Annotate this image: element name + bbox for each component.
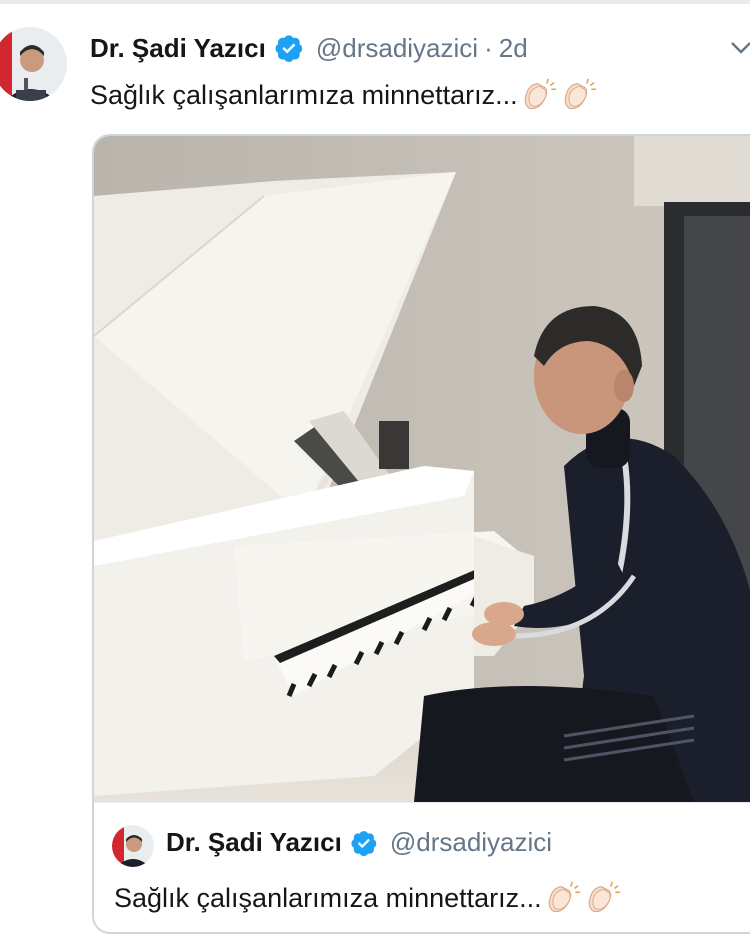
verified-badge-icon bbox=[351, 830, 377, 856]
chevron-down-icon[interactable] bbox=[730, 40, 750, 56]
quoted-tweet-text: Sağlık çalışanlarımıza minnettarız... bbox=[114, 879, 622, 917]
video-frame-image bbox=[94, 136, 750, 802]
quoted-handle[interactable]: @drsadiyazici bbox=[390, 827, 552, 858]
timeline-divider bbox=[0, 0, 750, 4]
video-thumbnail[interactable] bbox=[94, 136, 750, 802]
avatar[interactable] bbox=[0, 26, 68, 108]
clapping-hands-icon bbox=[588, 881, 620, 913]
quoted-tweet-footer: Dr. Şadi Yazıcı @drsadiyazici Sağlık çal… bbox=[94, 802, 750, 932]
avatar-image bbox=[0, 27, 67, 101]
quoted-display-name[interactable]: Dr. Şadi Yazıcı bbox=[166, 827, 342, 858]
clapping-hands-icon bbox=[564, 78, 596, 110]
clapping-hands-icon bbox=[548, 881, 580, 913]
tweet-header: Dr. Şadi Yazıcı @drsadiyazici · 2d bbox=[90, 30, 528, 66]
tweet-text: Sağlık çalışanlarımıza minnettarız... bbox=[90, 76, 598, 114]
clapping-hands-icon bbox=[524, 78, 556, 110]
timestamp[interactable]: 2d bbox=[499, 33, 528, 64]
verified-badge-icon bbox=[275, 35, 302, 62]
quoted-tweet-card[interactable]: Dr. Şadi Yazıcı @drsadiyazici Sağlık çal… bbox=[92, 134, 750, 934]
quoted-tweet-text-content: Sağlık çalışanlarımıza minnettarız... bbox=[114, 882, 542, 913]
tweet-text-content: Sağlık çalışanlarımıza minnettarız... bbox=[90, 79, 518, 110]
handle[interactable]: @drsadiyazici bbox=[316, 33, 478, 64]
display-name[interactable]: Dr. Şadi Yazıcı bbox=[90, 33, 266, 64]
quoted-avatar-image bbox=[112, 825, 154, 867]
quoted-tweet-header: Dr. Şadi Yazıcı @drsadiyazici bbox=[166, 827, 552, 858]
quoted-avatar[interactable] bbox=[112, 825, 154, 867]
separator: · bbox=[484, 32, 493, 63]
